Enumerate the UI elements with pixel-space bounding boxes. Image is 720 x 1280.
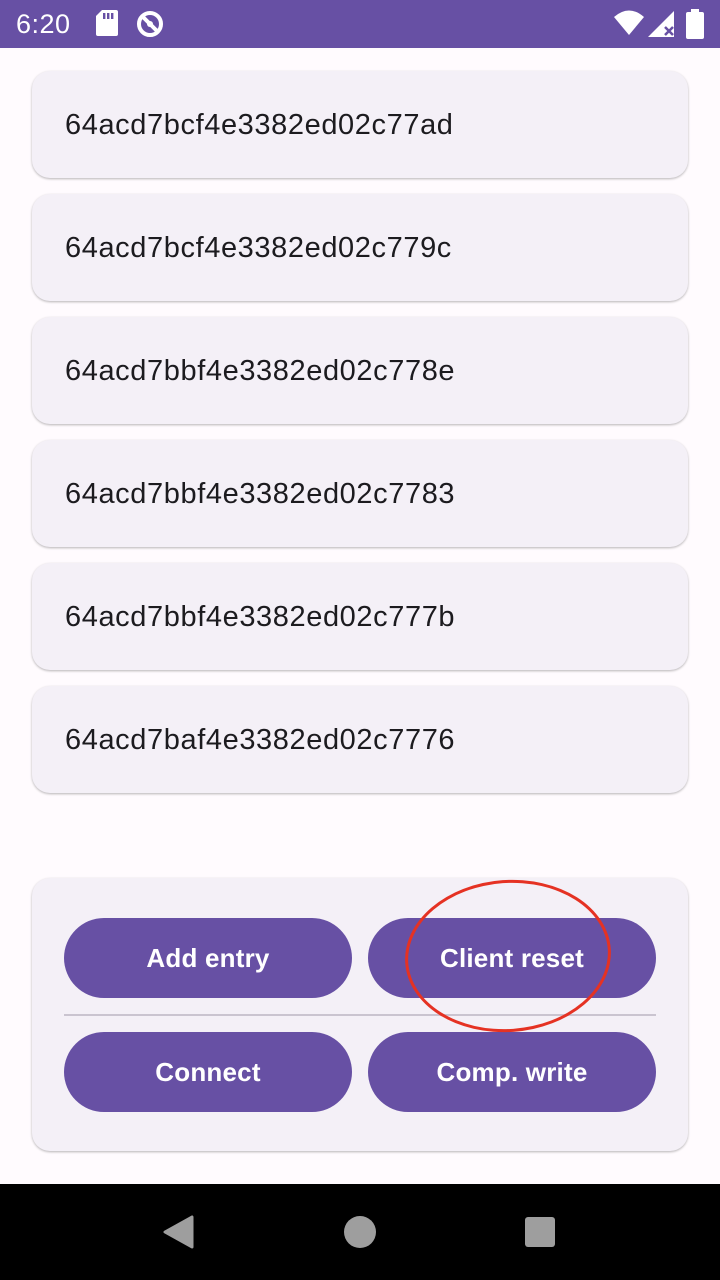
client-reset-button[interactable]: Client reset — [368, 918, 656, 998]
signal-icon — [648, 11, 674, 37]
entry-id: 64acd7bcf4e3382ed02c779c — [65, 232, 452, 264]
entry-id: 64acd7baf4e3382ed02c7776 — [65, 724, 456, 756]
divider — [64, 1014, 656, 1016]
home-icon[interactable] — [344, 1216, 376, 1248]
sd-card-icon — [96, 10, 118, 36]
status-time: 6:20 — [16, 9, 71, 39]
battery-icon — [686, 9, 704, 39]
list-item[interactable]: 64acd7baf4e3382ed02c7776 — [32, 686, 688, 793]
list-item[interactable]: 64acd7bbf4e3382ed02c777b — [32, 563, 688, 670]
wifi-icon — [614, 10, 644, 35]
list-item[interactable]: 64acd7bbf4e3382ed02c778e — [32, 317, 688, 424]
actions-panel: Add entry Client reset Connect Comp. wri… — [32, 878, 688, 1151]
sync-icon — [137, 11, 163, 37]
entry-id: 64acd7bcf4e3382ed02c77ad — [65, 109, 454, 141]
list-item[interactable]: 64acd7bcf4e3382ed02c77ad — [32, 71, 688, 178]
list-item[interactable]: 64acd7bbf4e3382ed02c7783 — [32, 440, 688, 547]
back-icon[interactable] — [162, 1215, 194, 1249]
navigation-bar — [0, 1184, 720, 1280]
entry-id: 64acd7bbf4e3382ed02c778e — [65, 355, 456, 387]
list-item[interactable]: 64acd7bcf4e3382ed02c779c — [32, 194, 688, 301]
entry-id: 64acd7bbf4e3382ed02c777b — [65, 601, 456, 633]
connect-button[interactable]: Connect — [64, 1032, 352, 1112]
comp-write-button[interactable]: Comp. write — [368, 1032, 656, 1112]
entry-id: 64acd7bbf4e3382ed02c7783 — [65, 478, 456, 510]
status-bar: 6:20 — [0, 0, 720, 48]
add-entry-button[interactable]: Add entry — [64, 918, 352, 998]
recents-icon[interactable] — [525, 1217, 555, 1247]
